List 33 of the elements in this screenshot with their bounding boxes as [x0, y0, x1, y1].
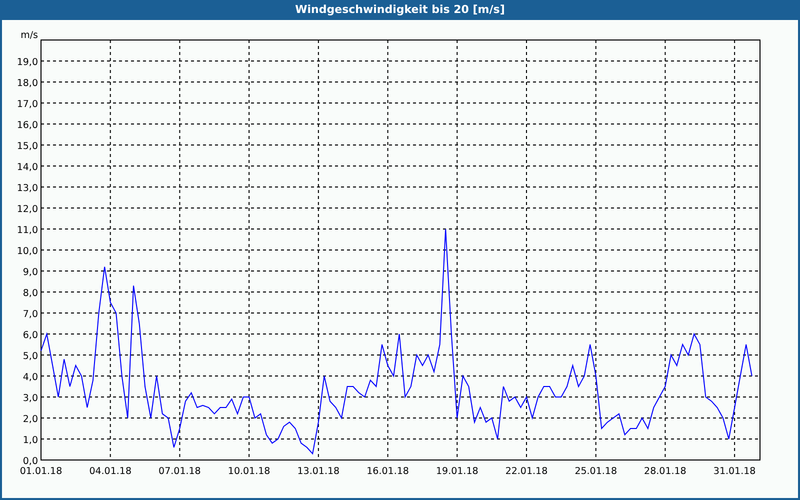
x-axis-label: 13.01.18 [297, 466, 340, 477]
y-axis-label: 6,0 [22, 330, 38, 341]
x-axis-label: 28.01.18 [644, 466, 686, 477]
x-axis-label: 16.01.18 [366, 466, 409, 477]
y-axis-label: 3,0 [22, 393, 38, 404]
y-axis-label: 15,0 [16, 141, 38, 152]
x-axis-label: 25.01.18 [574, 466, 617, 477]
x-axis-label: 04.01.18 [89, 466, 132, 477]
y-axis-label: 16,0 [16, 120, 38, 131]
y-axis-label: 19,0 [16, 57, 38, 68]
y-axis-label: 11,0 [16, 225, 38, 236]
y-axis-label: 14,0 [16, 162, 38, 173]
x-axis-label: 01.01.18 [20, 466, 62, 477]
y-axis-label: 7,0 [22, 309, 38, 320]
y-axis-label: 18,0 [16, 78, 38, 89]
y-axis-label: 0,0 [22, 456, 38, 467]
y-axis-label: 8,0 [22, 288, 38, 299]
x-axis-label: 19.01.18 [436, 466, 478, 477]
y-axis-label: 2,0 [22, 414, 38, 425]
y-axis-label: 17,0 [16, 99, 38, 110]
x-axis-label: 10.01.18 [228, 466, 270, 477]
y-axis-label: 9,0 [22, 267, 38, 278]
x-axis-label: 07.01.18 [158, 466, 201, 477]
x-axis-label: 31.01.18 [713, 466, 756, 477]
y-axis-label: 13,0 [16, 183, 38, 194]
x-axis-label: 22.01.18 [505, 466, 548, 477]
y-axis-label: 4,0 [22, 372, 38, 383]
y-axis-label: 5,0 [22, 351, 38, 362]
y-axis-unit: m/s [20, 30, 38, 41]
y-axis-label: 12,0 [16, 204, 38, 215]
window-title: Windgeschwindigkeit bis 20 [m/s] [294, 2, 506, 18]
y-axis-label: 10,0 [16, 246, 38, 257]
y-axis-label: 1,0 [22, 435, 38, 446]
